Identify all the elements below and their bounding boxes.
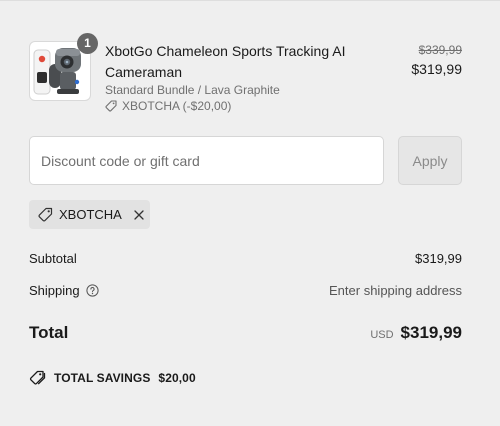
product-variant: Standard Bundle / Lava Graphite xyxy=(105,83,280,97)
remove-code-close-icon[interactable] xyxy=(134,209,144,220)
subtotal-row: Subtotal $319,99 xyxy=(29,251,462,266)
total-savings: TOTAL SAVINGS $20,00 xyxy=(29,370,196,385)
subtotal-label: Subtotal xyxy=(29,251,77,266)
shipping-label: Shipping xyxy=(29,283,80,298)
applied-discount-chip: XBOTCHA xyxy=(29,200,150,229)
total-amount: USD $319,99 xyxy=(370,323,462,343)
total-savings-value: $20,00 xyxy=(158,370,196,385)
current-price: $319,99 xyxy=(411,61,462,77)
total-value: $319,99 xyxy=(400,323,462,342)
line-item-discount: XBOTCHA (-$20,00) xyxy=(105,99,231,113)
quantity-badge: 1 xyxy=(77,33,98,54)
shipping-row: Shipping Enter shipping address xyxy=(29,283,462,298)
order-summary: 1 XbotGo Chameleon Sports Tracking AI Ca… xyxy=(0,0,500,426)
line-item-discount-label: XBOTCHA (-$20,00) xyxy=(122,99,232,113)
help-icon[interactable] xyxy=(86,284,99,297)
tag-icon xyxy=(105,100,117,112)
tags-icon xyxy=(29,370,46,385)
shipping-value: Enter shipping address xyxy=(329,283,462,298)
original-price: $339,99 xyxy=(418,43,462,57)
shipping-label-group: Shipping xyxy=(29,283,99,298)
total-label: Total xyxy=(29,323,69,342)
product-name: XbotGo Chameleon Sports Tracking AI Came… xyxy=(105,43,346,80)
line-item: 1 XbotGo Chameleon Sports Tracking AI Ca… xyxy=(29,33,462,119)
applied-code-label: XBOTCHA xyxy=(59,207,122,222)
subtotal-value: $319,99 xyxy=(415,251,462,266)
total-currency: USD xyxy=(370,329,394,341)
apply-button[interactable]: Apply xyxy=(398,136,462,185)
total-row: Total USD $319,99 xyxy=(29,323,462,343)
total-savings-label: TOTAL SAVINGS xyxy=(54,370,151,385)
tag-icon xyxy=(38,207,53,222)
discount-code-input[interactable] xyxy=(29,136,384,185)
